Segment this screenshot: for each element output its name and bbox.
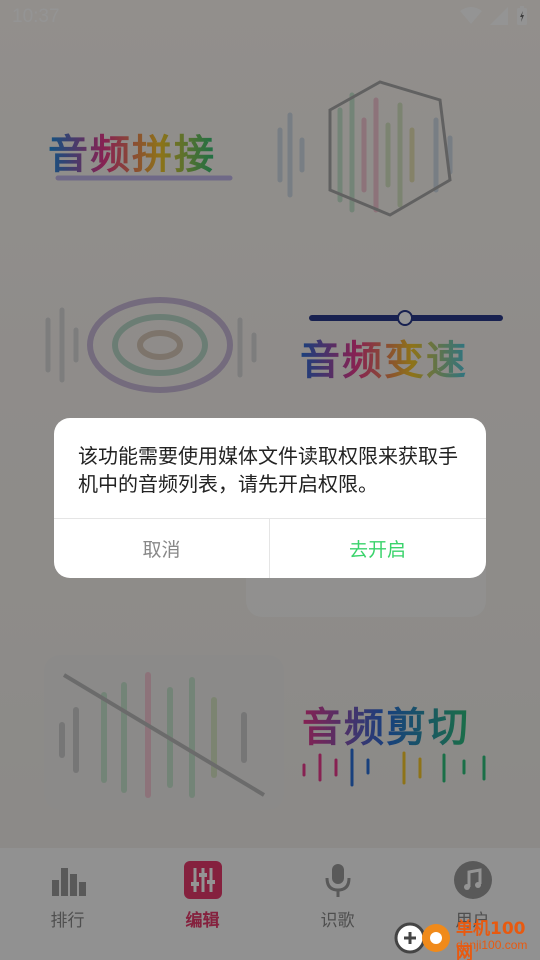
enable-permission-button[interactable]: 去开启	[270, 519, 485, 578]
permission-dialog: 该功能需要使用媒体文件读取权限来获取手机中的音频列表，请先开启权限。 取消 去开…	[54, 418, 486, 578]
watermark: 单机100网 danji100.com	[392, 914, 540, 960]
dialog-message: 该功能需要使用媒体文件读取权限来获取手机中的音频列表，请先开启权限。	[78, 444, 458, 496]
watermark-url: danji100.com	[456, 938, 528, 952]
app-screen: 10:37 音频拼接 音频变速 音频剪切 排行 编辑 识歌 用户 该功能需要使用…	[0, 0, 540, 960]
cancel-button[interactable]: 取消	[54, 519, 269, 578]
watermark-text: 单机100网	[456, 919, 526, 960]
watermark-logo-icon	[394, 922, 450, 954]
